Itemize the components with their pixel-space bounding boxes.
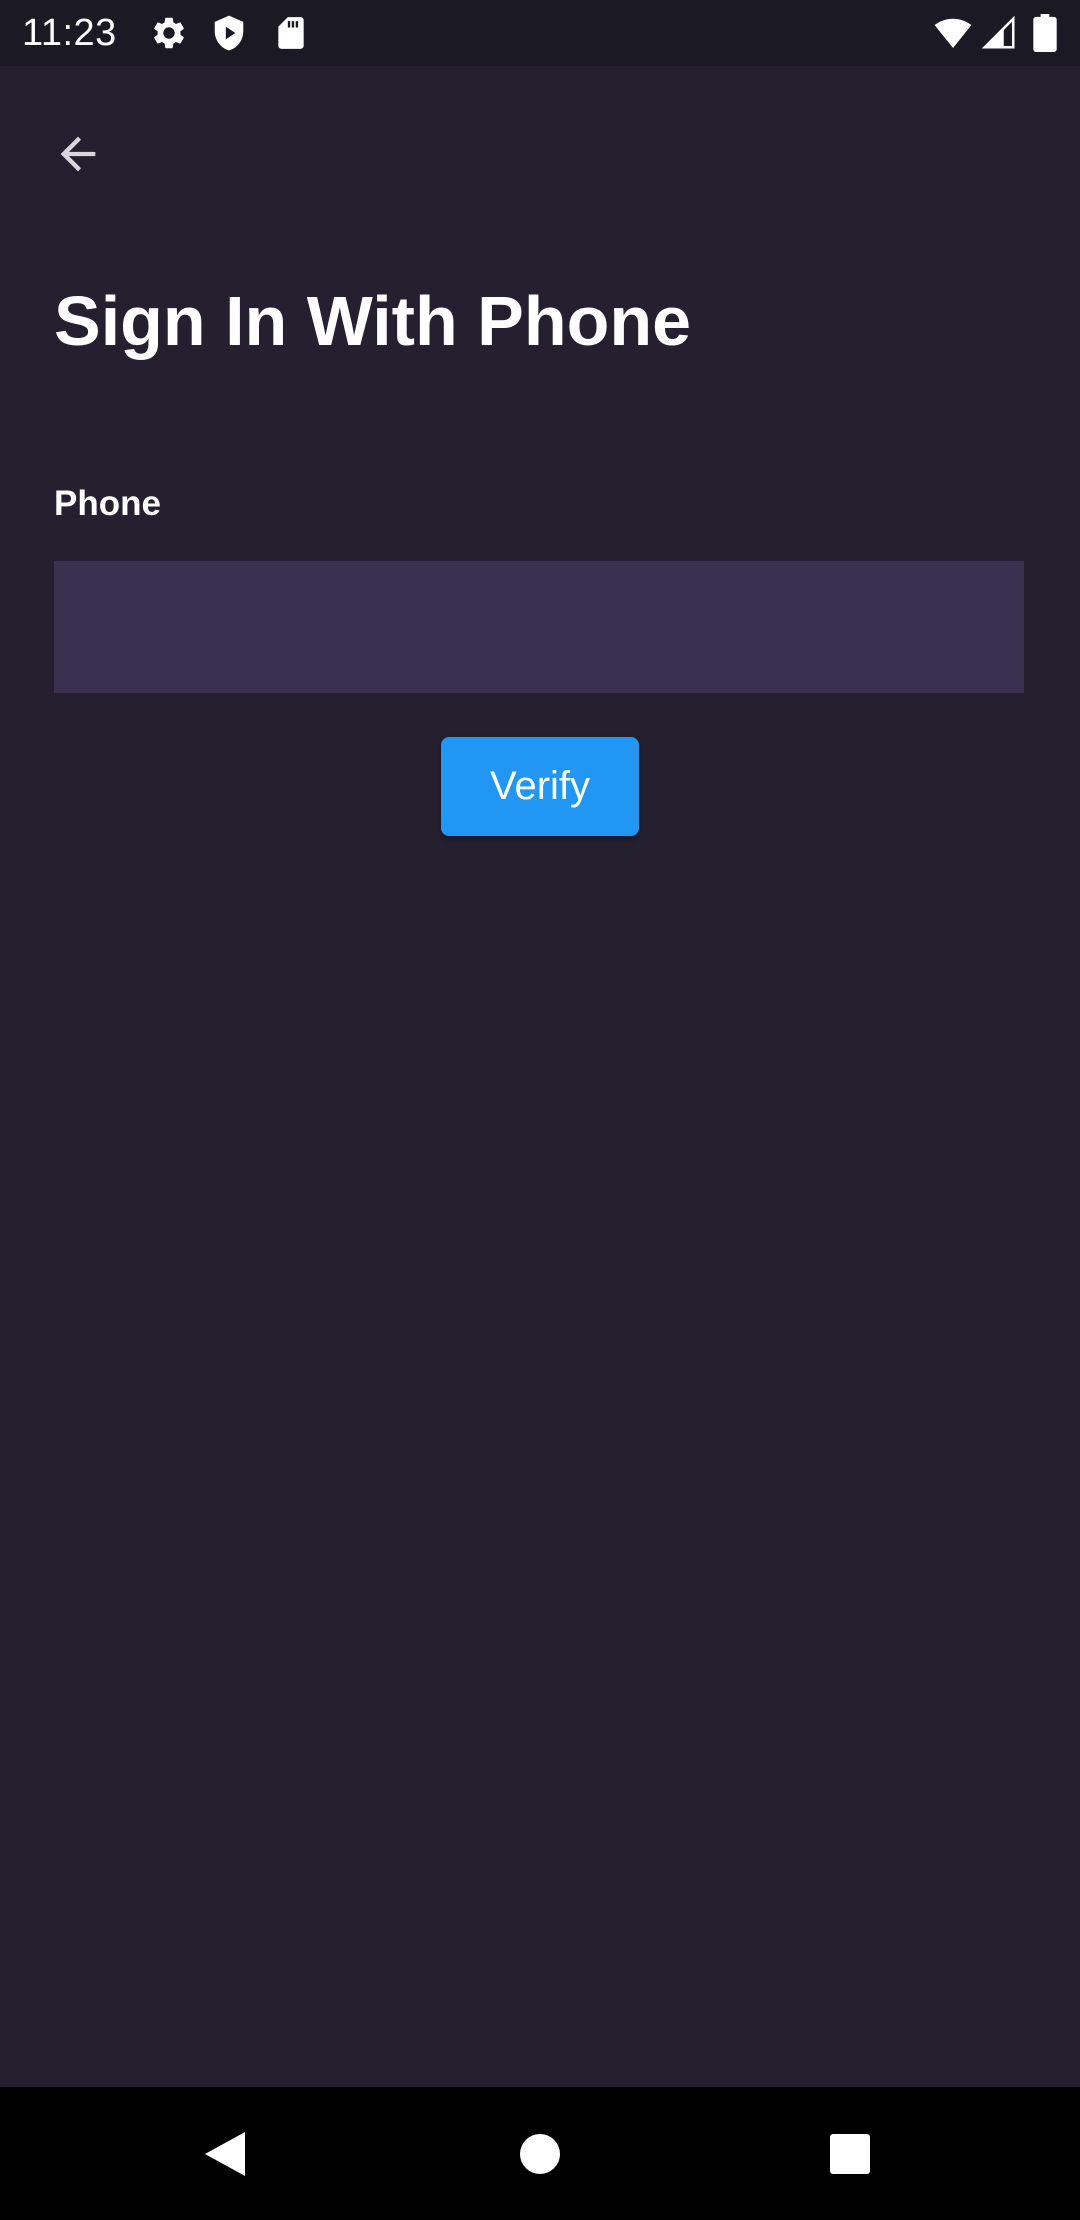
verify-button[interactable]: Verify — [441, 737, 639, 836]
recents-square-icon — [830, 2134, 870, 2174]
phone-input[interactable] — [54, 561, 1024, 693]
page-title: Sign In With Phone — [54, 282, 692, 360]
back-button[interactable] — [40, 116, 116, 192]
sd-card-icon — [272, 14, 310, 52]
home-circle-icon — [520, 2134, 560, 2174]
nav-back-button[interactable] — [180, 2109, 270, 2199]
arrow-left-icon — [60, 136, 96, 172]
navigation-bar — [0, 2087, 1080, 2220]
phone-label: Phone — [54, 484, 161, 523]
nav-recents-button[interactable] — [805, 2109, 895, 2199]
back-triangle-icon — [205, 2132, 245, 2176]
battery-icon — [1030, 14, 1060, 52]
status-bar: 11:23 — [0, 0, 1080, 66]
shield-play-icon — [210, 14, 248, 52]
sign-in-screen: Sign In With Phone Phone Verify — [0, 66, 1080, 2087]
cell-signal-icon — [980, 14, 1018, 52]
nav-home-button[interactable] — [495, 2109, 585, 2199]
status-time: 11:23 — [22, 12, 117, 54]
wifi-icon — [934, 14, 972, 52]
gear-icon — [150, 14, 188, 52]
